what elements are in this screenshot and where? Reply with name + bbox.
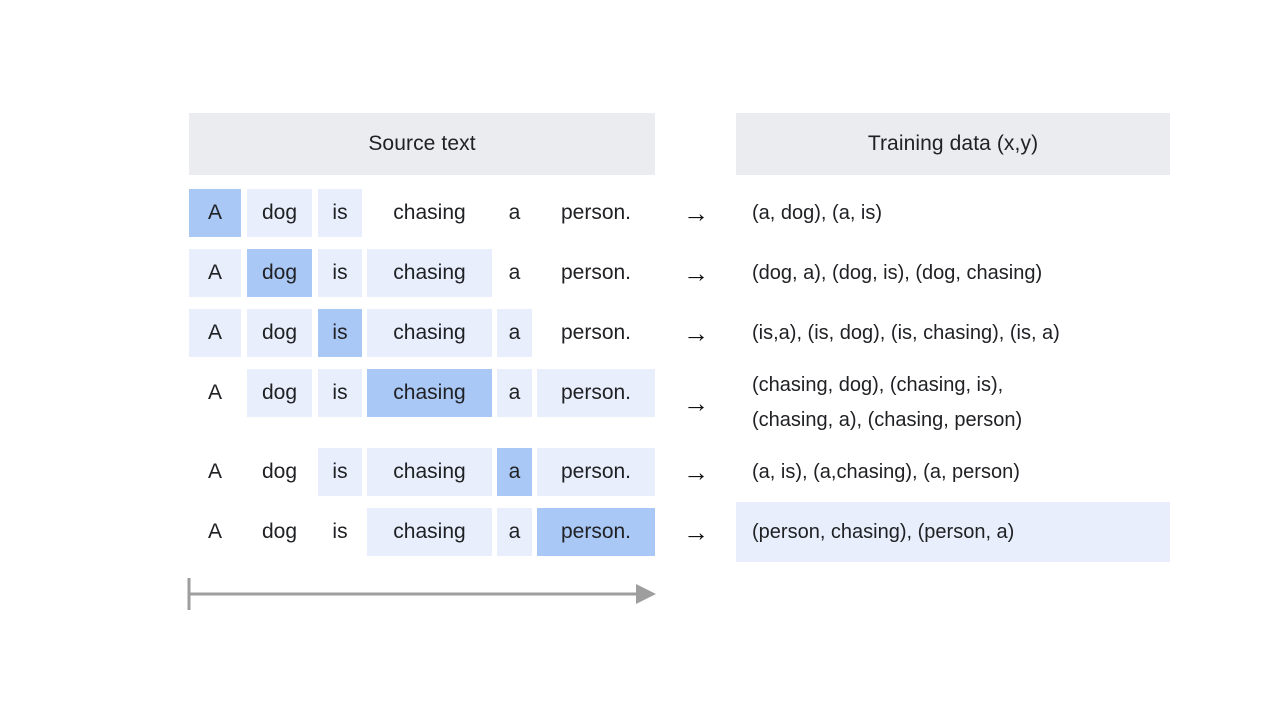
- training-data-pairs: (person, chasing), (person, a): [752, 520, 1015, 543]
- source-token-cell: a: [497, 448, 532, 496]
- source-text-grid: Adog is chasing a person. Adog is chasing a perso…: [189, 183, 655, 562]
- source-token-cell: A: [189, 189, 241, 237]
- source-token-cell: a: [497, 369, 532, 417]
- source-token-cell: person.: [537, 508, 655, 556]
- training-data-row: (person, chasing), (person, a): [736, 502, 1170, 562]
- training-data-row: (chasing, dog), (chasing, is), (chasing,…: [736, 363, 1170, 442]
- training-data-pairs: (dog, a), (dog, is), (dog, chasing): [752, 261, 1043, 284]
- training-data-row: (is,a), (is, dog), (is, chasing), (is, a…: [736, 303, 1170, 363]
- source-token-cell: dog: [261, 460, 298, 483]
- training-data-column-header-label: Training data (x,y): [867, 132, 1039, 155]
- source-token-cell: dog: [247, 249, 312, 297]
- source-token-cell: dog: [247, 309, 312, 357]
- source-token-cell: person.: [560, 321, 632, 344]
- source-token-cell: A: [207, 460, 222, 483]
- source-token-cell: A: [207, 381, 222, 404]
- source-token-cell: is: [318, 448, 362, 496]
- source-text-row: Adog is chasing a person.: [189, 363, 655, 442]
- arrow-column: → → → → → →: [655, 183, 737, 562]
- right-arrow-icon: →: [683, 457, 709, 487]
- source-token-cell: chasing: [393, 201, 466, 224]
- training-data-row: (a, is), (a,chasing), (a, person): [736, 442, 1170, 502]
- source-token-cell: is: [318, 189, 362, 237]
- source-token-cell: dog: [247, 189, 312, 237]
- source-text-column-header-label: Source text: [368, 132, 476, 155]
- source-token-cell: A: [207, 520, 222, 543]
- source-token-cell: a: [497, 309, 532, 357]
- source-text-column-header: Source text: [189, 113, 655, 175]
- training-data-pairs: (is,a), (is, dog), (is, chasing), (is, a…: [752, 321, 1060, 344]
- right-arrow-icon: →: [683, 517, 709, 547]
- source-token-cell: a: [508, 261, 521, 284]
- source-token-cell: chasing: [367, 508, 492, 556]
- source-token-cell: dog: [247, 369, 312, 417]
- training-data-column-header: Training data (x,y): [736, 113, 1170, 175]
- training-data-pairs: (chasing, dog), (chasing, is), (chasing,…: [752, 373, 1023, 431]
- right-arrow-icon: →: [683, 387, 709, 418]
- training-data-row: (a, dog), (a, is): [736, 183, 1170, 243]
- source-token-cell: is: [318, 249, 362, 297]
- source-token-cell: person.: [560, 261, 632, 284]
- source-token-cell: A: [189, 309, 241, 357]
- source-token-cell: is: [332, 520, 348, 543]
- source-token-cell: chasing: [367, 249, 492, 297]
- source-token-cell: person.: [537, 369, 655, 417]
- training-data-pairs: (a, dog), (a, is): [752, 201, 883, 224]
- source-token-cell: a: [497, 508, 532, 556]
- training-data-pairs: (a, is), (a,chasing), (a, person): [752, 460, 1020, 483]
- source-token-cell: chasing: [367, 448, 492, 496]
- source-token-cell: is: [318, 369, 362, 417]
- right-arrow-icon: →: [683, 198, 709, 228]
- source-token-cell: person.: [560, 201, 632, 224]
- training-data-column: (a, dog), (a, is) (dog, a), (dog, is), (d…: [736, 183, 1170, 562]
- source-token-cell: dog: [261, 520, 298, 543]
- source-token-cell: person.: [537, 448, 655, 496]
- source-text-row: Adog is chasing a person.: [189, 442, 655, 502]
- right-arrow-icon: →: [683, 318, 709, 348]
- source-text-row: Adog is chasing a person.: [189, 243, 655, 303]
- source-token-cell: A: [189, 249, 241, 297]
- source-token-cell: chasing: [367, 369, 492, 417]
- sliding-window-direction-arrow: [187, 578, 656, 610]
- source-text-row: Adog is chasing a person.: [189, 303, 655, 363]
- diagram-canvas: Source text Training data (x,y) Adog is ch…: [0, 0, 1280, 720]
- source-token-cell: chasing: [367, 309, 492, 357]
- source-token-cell: a: [508, 201, 521, 224]
- right-arrow-icon: →: [683, 258, 709, 288]
- source-token-cell: is: [318, 309, 362, 357]
- source-text-row: Adog is chasing a person.: [189, 183, 655, 243]
- source-text-row: Adog is chasing a person.: [189, 502, 655, 562]
- training-data-row: (dog, a), (dog, is), (dog, chasing): [736, 243, 1170, 303]
